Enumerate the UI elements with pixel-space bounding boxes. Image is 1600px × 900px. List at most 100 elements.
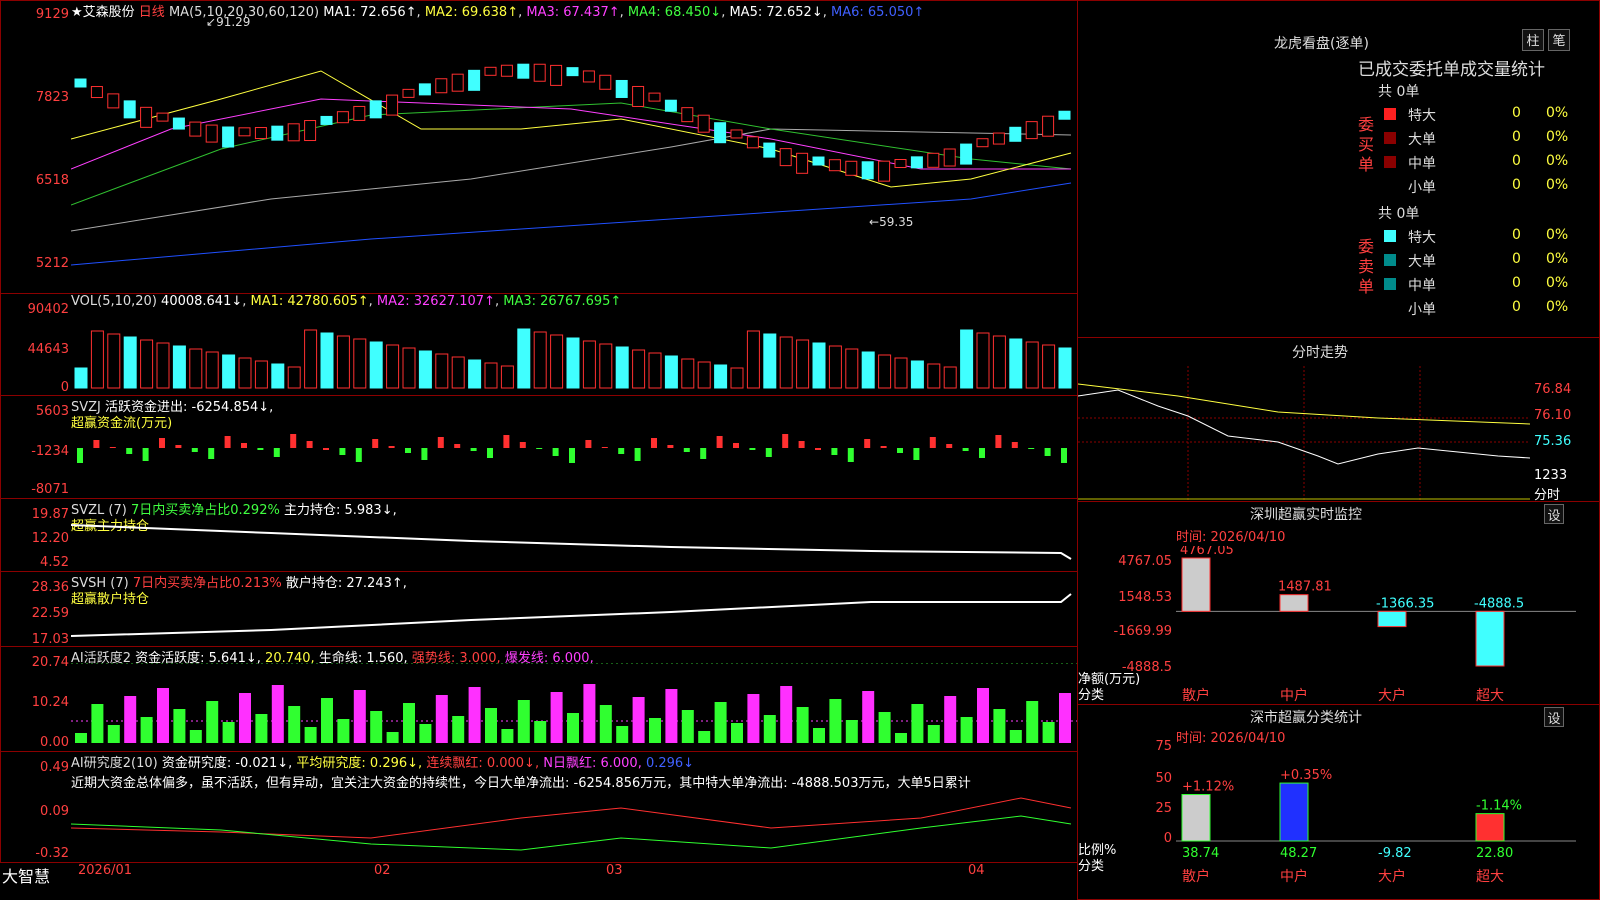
activity-bar [747,694,760,743]
flow-bar [126,448,133,454]
volume-bar [107,333,121,389]
candle [451,73,464,92]
y-tick: 4.52 [40,555,69,570]
activity-bar [337,719,350,743]
flow-bar [1044,448,1051,456]
candle [172,117,185,130]
flow-bar [388,446,395,448]
volume-bar [550,334,564,389]
row-pct: 0% [1546,129,1569,145]
tick-view-button[interactable]: 笔 [1548,29,1570,51]
flow-bar [93,440,100,448]
activity-bar [944,696,957,743]
volume-panel[interactable]: VOL(5,10,20) 40008.641↓, MA1: 42780.605↑… [0,293,1078,396]
candle [730,129,743,139]
row-label: 中单 [1408,156,1436,172]
y-tick: -1669.99 [1113,624,1172,639]
svzj-panel[interactable]: SVZJ 活跃资金进出: -6254.854↓, 超赢资金流(万元) 5603 … [0,395,1078,499]
ai-research-panel[interactable]: AI研究度2(10) 资金研究度: -0.021↓, 平均研究度: 0.296↓… [0,751,1078,863]
volume-bar [500,365,514,389]
volume-bar [648,352,662,389]
settings-button[interactable]: 设 [1544,504,1564,524]
ai-activity-panel[interactable]: AI活跃度2 资金活跃度: 5.641↓, 20.740, 生命线: 1.560… [0,646,1078,752]
row-value: 0 [1512,153,1521,169]
row-pct: 0% [1546,177,1569,193]
volume-bar [451,356,465,389]
flow-bar [290,434,297,448]
candle [484,66,497,76]
candle [140,106,153,128]
settings-button[interactable]: 设 [1544,707,1564,727]
kline-panel[interactable]: ★艾森股份 日线 MA(5,10,20,30,60,120) MA1: 72.6… [0,0,1078,294]
volume-bar [90,330,104,389]
y-tick: 1233 [1534,468,1568,483]
candle [779,148,792,167]
y-tick: 22.59 [31,606,69,621]
volume-bar [74,367,88,389]
category-label: 散户 [1182,868,1210,885]
candle [304,120,317,142]
ma3: MA3: 67.437↑ [526,5,620,20]
sz-monitor-panel[interactable]: 深圳超赢实时监控 设 时间: 2026/04/10 4767.05 1548.5… [1077,501,1600,705]
volume-bar [878,354,892,389]
flow-bar [421,448,428,460]
volume-bar [828,345,842,389]
candle [960,143,973,165]
y-tick: -8071 [31,482,69,497]
activity-bar [714,702,727,743]
candle [927,152,940,168]
row-value: 0 [1512,299,1521,315]
timestamp: 时间: 2026/04/10 [1176,731,1286,746]
flow-bar [979,448,985,458]
row-pct: 0% [1546,105,1569,121]
candle [615,79,628,98]
flow-bar [667,445,674,448]
activity-bar [189,730,202,743]
volume-bar [140,339,154,389]
sz-class-panel[interactable]: 深市超赢分类统计 设 时间: 2026/04/10 75 50 25 0 比例%… [1077,704,1600,900]
volume-bar [336,335,350,389]
dragon-subtitle: 已成交委托单成交量统计 [1358,60,1545,80]
ratio-label: 38.74 [1182,846,1219,861]
flow-bar [897,448,903,453]
dragon-panel: 龙虎看盘(逐单) 柱 笔 已成交委托单成交量统计 共 0单 委买单 特大 0 0% 大单 0… [1077,0,1600,338]
category-label: 大户 [1378,687,1406,704]
activity-bar [255,714,268,743]
flow-bar [864,439,871,448]
volume-bar [812,342,826,389]
volume-bar [386,344,400,389]
y-tick: 76.10 [1534,408,1572,423]
volume-bar [205,351,219,389]
y-tick: 44643 [27,342,69,357]
activity-bar [845,720,858,743]
intraday-panel[interactable]: 分时走势 76.84 76.10 75.36 1233 分时 [1077,337,1600,503]
svsh-panel[interactable]: SVSH (7) 7日内买卖净占比0.213% 散户持仓: 27.243↑, 超… [0,571,1078,647]
row-value: 0 [1512,105,1521,121]
flow-bar [733,443,739,448]
x-label: 分类 [1078,859,1105,874]
szmon-chart: 4767.05 散户 1487.81 中户 -1366.35 大户 -4888.5 超大 [1176,546,1576,704]
flow-bar [946,444,953,448]
y-tick: 75 [1155,739,1172,754]
volume-bar [927,363,941,389]
activity-bar [419,724,432,743]
vol-header: VOL(5,10,20) 40008.641↓, MA1: 42780.605↑… [71,294,622,309]
y-tick: 25 [1155,801,1172,816]
activity-bar [206,701,219,743]
row-pct: 0% [1546,275,1569,291]
candle [566,67,579,77]
volume-bar [1009,338,1023,389]
activity-bar [403,703,415,743]
row-pct: 0% [1546,227,1569,243]
period-label[interactable]: 日线 [139,5,165,20]
ma5: MA5: 72.652↓ [729,5,823,20]
svzl-panel[interactable]: SVZL (7) 7日内买卖净占比0.292% 主力持仓: 5.983↓, 超赢… [0,498,1078,572]
flow-bar [159,438,165,448]
volume-bar [1058,347,1072,389]
activity-bar [435,695,448,743]
volume-bar [222,354,236,389]
bar-view-button[interactable]: 柱 [1522,29,1544,51]
candle [1009,126,1022,142]
activity-bar [567,713,579,743]
flow-bar [1061,448,1067,463]
